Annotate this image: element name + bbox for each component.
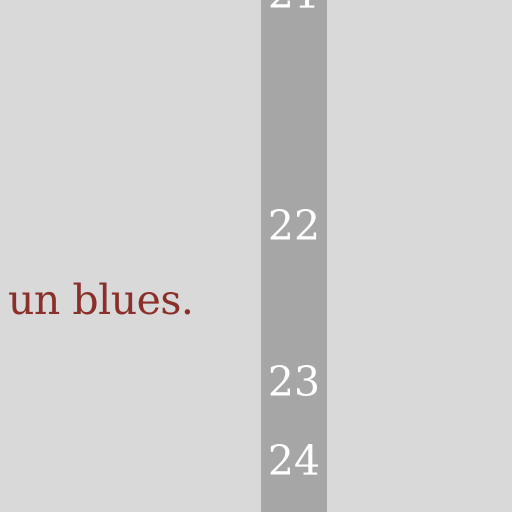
line-number-21: 21 (261, 0, 327, 15)
line-number-gutter: 21 22 23 24 (261, 0, 327, 512)
line-number-23: 23 (267, 358, 321, 406)
line-number-22: 22 (267, 202, 321, 250)
document-viewport: un blues. 21 22 23 24 (0, 0, 512, 512)
line-number-24: 24 (267, 437, 321, 485)
body-text-line: un blues. (8, 276, 194, 324)
